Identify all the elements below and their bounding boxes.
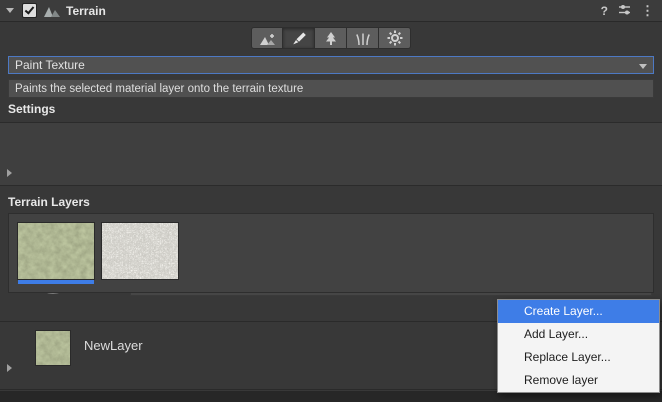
new-layer-thumbnail[interactable] — [36, 331, 70, 365]
tool-help-text: Paints the selected material layer onto … — [15, 83, 303, 95]
paint-tool-dropdown[interactable]: Paint Texture — [8, 56, 654, 74]
tool-help-box: Paints the selected material layer onto … — [8, 79, 654, 98]
component-header: Terrain ? ⋮ — [0, 0, 662, 22]
selected-layer-indicator — [18, 280, 94, 284]
grass-icon — [355, 31, 371, 46]
terrain-material-card: Default-Terrain-Standard ? Shader Nature… — [0, 122, 662, 186]
terrain-layers-label: Terrain Layers — [8, 195, 90, 209]
layer-context-menu: Create Layer... Add Layer... Replace Lay… — [497, 299, 660, 393]
menu-item-create-layer[interactable]: Create Layer... — [498, 300, 659, 323]
tool-paint-trees-button[interactable] — [315, 27, 347, 49]
menu-item-add-layer[interactable]: Add Layer... — [498, 323, 659, 346]
tool-create-neighbor-button[interactable] — [251, 27, 283, 49]
tool-paint-terrain-button[interactable] — [283, 27, 315, 49]
terrain-tool-toolbar — [0, 27, 662, 51]
settings-section-label: Settings — [8, 102, 55, 116]
terrain-component-icon — [44, 4, 60, 17]
terrain-layer-thumbnail-speckled[interactable] — [102, 223, 178, 279]
chevron-down-icon — [639, 64, 647, 69]
terrain-layer-thumbnail-grass[interactable] — [18, 223, 94, 279]
terrain-layers-palette — [8, 213, 654, 293]
component-enabled-checkbox[interactable] — [22, 3, 37, 18]
tree-icon — [323, 31, 339, 46]
tool-paint-details-button[interactable] — [347, 27, 379, 49]
menu-item-remove-layer[interactable]: Remove layer — [498, 369, 659, 392]
gear-icon — [387, 30, 403, 46]
paint-brush-icon — [291, 31, 307, 46]
neighbor-terrain-icon — [259, 31, 276, 46]
help-icon[interactable]: ? — [601, 4, 608, 18]
material-foldout-icon[interactable] — [7, 169, 12, 177]
paint-tool-dropdown-value: Paint Texture — [15, 58, 85, 72]
tool-terrain-settings-button[interactable] — [379, 27, 411, 49]
new-layer-foldout-icon[interactable] — [7, 364, 12, 372]
kebab-menu-icon[interactable]: ⋮ — [641, 3, 654, 19]
component-title: Terrain — [66, 4, 106, 18]
new-layer-name: NewLayer — [84, 338, 143, 353]
component-foldout-icon[interactable] — [6, 8, 14, 13]
presets-icon[interactable] — [618, 3, 631, 19]
terrain-inspector-panel: Terrain ? ⋮ — [0, 0, 662, 402]
menu-item-replace-layer[interactable]: Replace Layer... — [498, 346, 659, 369]
